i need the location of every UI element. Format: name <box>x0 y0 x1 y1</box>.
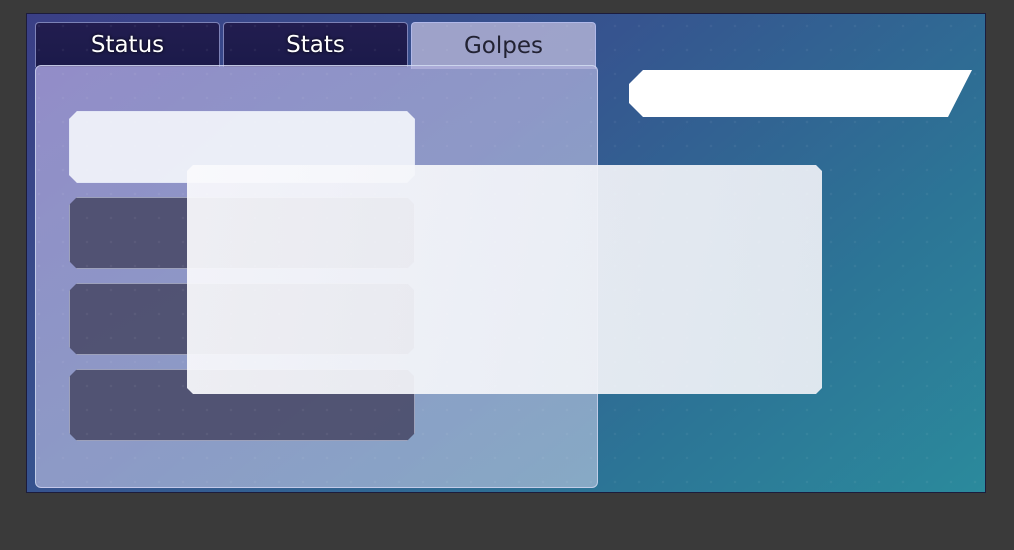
move-info-popup <box>187 165 822 394</box>
tab-stats-label: Stats <box>286 32 345 58</box>
tab-status[interactable]: Status <box>35 22 220 67</box>
tab-golpes[interactable]: Golpes <box>411 22 596 69</box>
tab-golpes-label: Golpes <box>463 33 544 59</box>
game-screen: Status Stats Golpes <box>26 13 986 493</box>
tab-stats[interactable]: Stats <box>223 22 408 67</box>
tab-status-label: Status <box>90 32 165 58</box>
name-banner <box>629 70 972 117</box>
